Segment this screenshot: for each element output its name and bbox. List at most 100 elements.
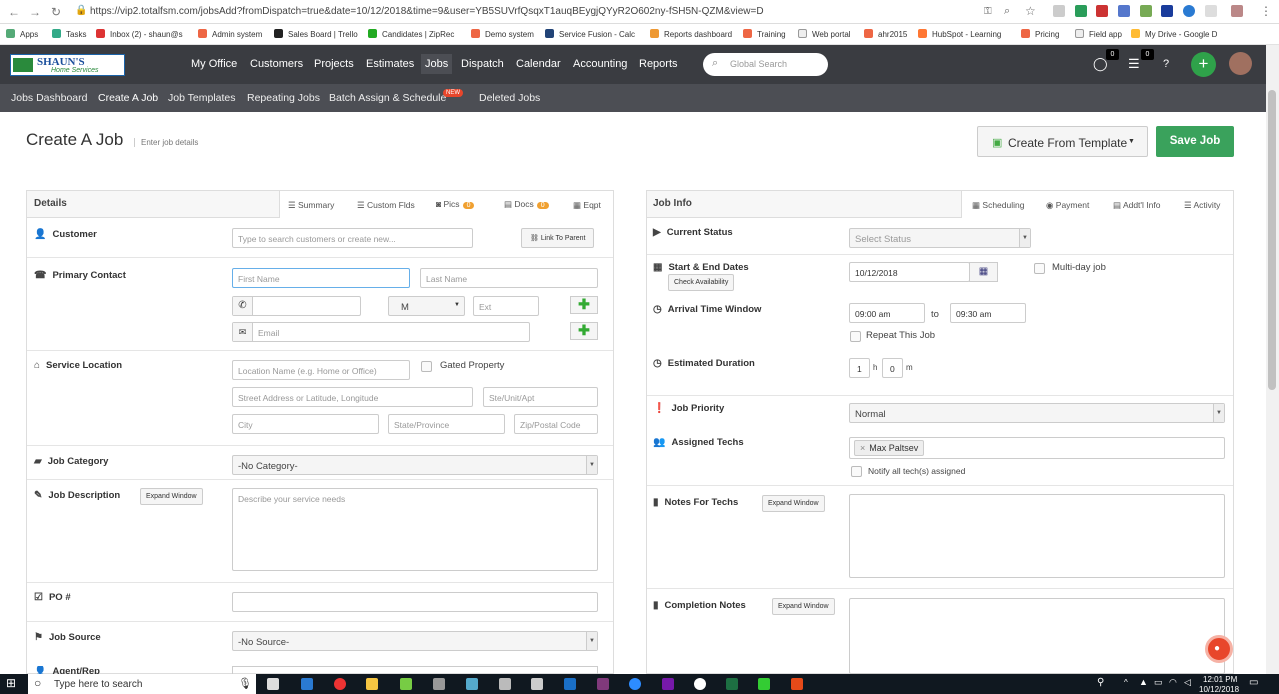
scrollbar-thumb[interactable]: [1268, 90, 1276, 390]
add-new-button[interactable]: +: [1191, 52, 1216, 77]
company-logo[interactable]: SHAUN'S Home Services: [10, 54, 125, 76]
nav-projects[interactable]: Projects: [314, 58, 354, 70]
onenote-icon[interactable]: [662, 678, 674, 690]
arrival-to-input[interactable]: 09:30 am: [950, 303, 1026, 323]
extension-icon[interactable]: [1183, 5, 1195, 17]
last-name-input[interactable]: Last Name: [420, 268, 598, 288]
battery-icon[interactable]: ▭: [1154, 677, 1163, 688]
app-icon[interactable]: [466, 678, 478, 690]
bookmark[interactable]: Service Fusion - Calc: [545, 29, 635, 39]
app-icon[interactable]: [694, 678, 706, 690]
task-view-icon[interactable]: [267, 678, 279, 690]
tab-payment[interactable]: ◉ Payment: [1046, 200, 1089, 211]
location-name-input[interactable]: Location Name (e.g. Home or Office): [232, 360, 410, 380]
extension-icon[interactable]: [1161, 5, 1173, 17]
add-email-button[interactable]: ✚: [570, 322, 598, 340]
state-input[interactable]: State/Province: [388, 414, 505, 434]
help-icon[interactable]: ?: [1163, 58, 1169, 70]
tab-activity[interactable]: ☰ Activity: [1184, 200, 1220, 211]
subnav-job-templates[interactable]: Job Templates: [168, 92, 236, 104]
bookmark[interactable]: My Drive - Google D: [1131, 29, 1217, 39]
taskbar-search[interactable]: ○ Type here to search 🎙: [28, 674, 256, 694]
street-address-input[interactable]: Street Address or Latitude, Longitude: [232, 387, 473, 407]
nav-jobs[interactable]: Jobs: [421, 54, 453, 74]
app-icon[interactable]: [597, 678, 609, 690]
bookmark[interactable]: Web portal: [798, 29, 851, 39]
expand-window-button[interactable]: Expand Window: [762, 495, 825, 512]
job-category-select[interactable]: -No Category- ▼: [232, 455, 598, 475]
key-icon[interactable]: ⚿: [984, 6, 996, 18]
notes-for-techs-textarea[interactable]: [849, 494, 1225, 578]
subnav-batch-assign[interactable]: Batch Assign & Schedule: [329, 92, 446, 104]
tab-scheduling[interactable]: ▦ Scheduling: [972, 200, 1024, 211]
avatar[interactable]: [1229, 52, 1252, 75]
job-description-textarea[interactable]: Describe your service needs: [232, 488, 598, 571]
duration-minutes-input[interactable]: 0: [882, 358, 903, 378]
bookmark[interactable]: Field app: [1075, 29, 1122, 39]
help-chat-button[interactable]: ●: [1205, 635, 1233, 663]
bookmark[interactable]: Training: [743, 29, 786, 39]
bookmark[interactable]: HubSpot - Learning: [918, 29, 1001, 39]
global-search-input[interactable]: ⌕ Global Search: [703, 53, 828, 76]
clock-date[interactable]: 10/12/2018: [1199, 685, 1239, 694]
nav-estimates[interactable]: Estimates: [366, 58, 414, 70]
page-scrollbar[interactable]: [1266, 45, 1279, 674]
tab-additional-info[interactable]: ▤ Addt'l Info: [1113, 200, 1160, 211]
expand-window-button[interactable]: Expand Window: [140, 488, 203, 505]
network-icon[interactable]: ▲: [1139, 677, 1148, 687]
outlook-icon[interactable]: [564, 678, 576, 690]
po-input[interactable]: [232, 592, 598, 612]
completion-notes-textarea[interactable]: [849, 598, 1225, 674]
tab-custom-fields[interactable]: ☰ Custom Flds: [357, 200, 415, 211]
app-icon[interactable]: [499, 678, 511, 690]
people-icon[interactable]: ⚲: [1097, 677, 1104, 688]
app-icon[interactable]: [758, 678, 770, 690]
create-from-template-button[interactable]: ▣ Create From Template ▼: [977, 126, 1148, 157]
bookmark[interactable]: Reports dashboard: [650, 29, 732, 39]
add-phone-button[interactable]: ✚: [570, 296, 598, 314]
forward-icon[interactable]: →: [29, 5, 41, 19]
extension-icon[interactable]: [1205, 5, 1217, 17]
nav-accounting[interactable]: Accounting: [573, 58, 627, 70]
extension-icon[interactable]: [1053, 5, 1065, 17]
bookmark[interactable]: Inbox (2) - shaun@s: [96, 29, 183, 39]
menu-icon[interactable]: ⋮: [1260, 4, 1272, 18]
notify-techs-checkbox[interactable]: [851, 466, 862, 477]
check-availability-button[interactable]: Check Availability: [668, 274, 735, 291]
clock-time[interactable]: 12:01 PM: [1203, 675, 1237, 684]
phone-type-select[interactable]: M ▼: [388, 296, 465, 316]
tab-summary[interactable]: ☰ Summary: [288, 200, 334, 211]
repeat-job-checkbox[interactable]: [850, 331, 861, 342]
file-explorer-icon[interactable]: [366, 678, 378, 690]
zip-input[interactable]: Zip/Postal Code: [514, 414, 598, 434]
duration-hours-input[interactable]: 1: [849, 358, 870, 378]
notifications-icon[interactable]: ▭: [1249, 677, 1258, 688]
subnav-repeating-jobs[interactable]: Repeating Jobs: [247, 92, 320, 104]
bookmark[interactable]: Admin system: [198, 29, 262, 39]
windows-start-icon[interactable]: ⊞: [6, 676, 16, 690]
profile-icon[interactable]: [1231, 5, 1243, 17]
subnav-create-a-job[interactable]: Create A Job: [98, 92, 158, 104]
extension-icon[interactable]: [1140, 5, 1152, 17]
calendar-picker-icon[interactable]: ▦: [969, 262, 998, 282]
customer-search-input[interactable]: Type to search customers or create new..…: [232, 228, 473, 248]
app-icon[interactable]: [791, 678, 803, 690]
bookmark[interactable]: Sales Board | Trello: [274, 29, 358, 39]
save-job-button[interactable]: Save Job: [1156, 126, 1234, 157]
extension-icon[interactable]: [1096, 5, 1108, 17]
tab-pics[interactable]: ◙ Pics 0: [436, 199, 475, 209]
excel-icon[interactable]: [726, 678, 738, 690]
job-source-select[interactable]: -No Source- ▼: [232, 631, 598, 651]
nav-customers[interactable]: Customers: [250, 58, 303, 70]
nav-my-office[interactable]: My Office: [191, 58, 237, 70]
bookmark[interactable]: Candidates | ZipRec: [368, 29, 454, 39]
phone-input[interactable]: ✆: [232, 296, 361, 316]
city-input[interactable]: City: [232, 414, 379, 434]
gated-property-checkbox[interactable]: [421, 361, 432, 372]
wifi-icon[interactable]: ◠: [1169, 677, 1177, 688]
reload-icon[interactable]: ↻: [51, 5, 61, 19]
star-icon[interactable]: ☆: [1025, 4, 1036, 18]
app-icon[interactable]: [433, 678, 445, 690]
link-to-parent-button[interactable]: ⛓ Link To Parent: [521, 228, 595, 248]
ext-input[interactable]: Ext: [473, 296, 539, 316]
